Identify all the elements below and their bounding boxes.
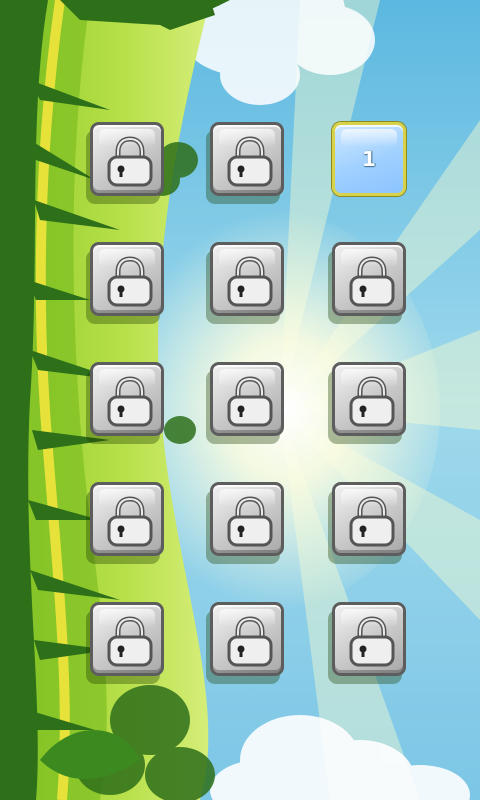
level-button-locked[interactable]	[210, 362, 284, 436]
level-button-locked[interactable]	[332, 602, 406, 676]
padlock-icon	[107, 496, 153, 547]
level-button-locked[interactable]	[210, 482, 284, 556]
level-select-screen: 1	[0, 0, 480, 800]
padlock-icon	[227, 256, 273, 307]
padlock-icon	[227, 616, 273, 667]
level-button-locked[interactable]	[210, 242, 284, 316]
level-button-locked[interactable]	[332, 362, 406, 436]
level-grid: 1	[0, 0, 480, 800]
level-button-locked[interactable]	[210, 602, 284, 676]
padlock-icon	[349, 496, 395, 547]
level-button-locked[interactable]	[90, 482, 164, 556]
padlock-icon	[227, 496, 273, 547]
level-button-unlocked[interactable]: 1	[332, 122, 406, 196]
level-button-locked[interactable]	[90, 362, 164, 436]
level-button-locked[interactable]	[90, 122, 164, 196]
padlock-icon	[349, 256, 395, 307]
padlock-icon	[227, 136, 273, 187]
padlock-icon	[107, 256, 153, 307]
level-button-locked[interactable]	[332, 242, 406, 316]
padlock-icon	[227, 376, 273, 427]
padlock-icon	[349, 616, 395, 667]
padlock-icon	[107, 136, 153, 187]
level-button-locked[interactable]	[210, 122, 284, 196]
padlock-icon	[107, 376, 153, 427]
level-button-locked[interactable]	[90, 602, 164, 676]
level-button-locked[interactable]	[332, 482, 406, 556]
level-number: 1	[362, 147, 376, 171]
padlock-icon	[107, 616, 153, 667]
level-button-locked[interactable]	[90, 242, 164, 316]
padlock-icon	[349, 376, 395, 427]
